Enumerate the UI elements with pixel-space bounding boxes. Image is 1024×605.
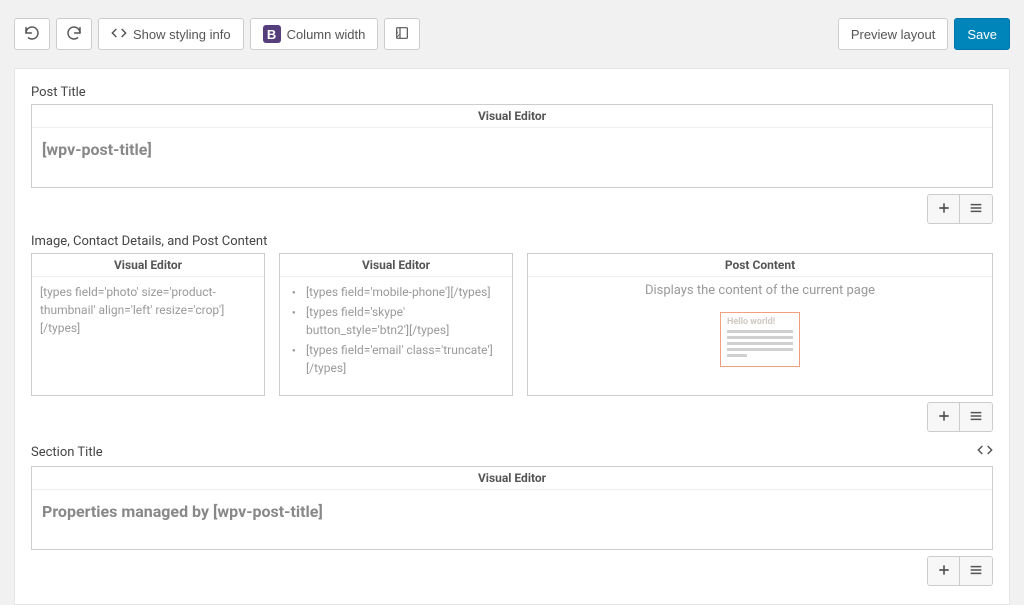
row-controls — [927, 194, 993, 224]
save-label: Save — [967, 27, 997, 42]
post-content-preview: Hello world! — [720, 312, 800, 367]
preview-label: Preview layout — [851, 27, 936, 42]
editor-content: Properties managed by [wpv-post-title] — [42, 502, 982, 521]
layout-icon — [394, 25, 410, 44]
add-row-button[interactable] — [928, 557, 960, 585]
editor-content: [wpv-post-title] — [42, 140, 982, 159]
row-menu-button[interactable] — [960, 403, 992, 431]
editor-content: [types field='photo' size='product-thumb… — [40, 283, 256, 337]
editor-header: Visual Editor — [32, 467, 992, 490]
column-width-label: Column width — [287, 27, 366, 42]
post-content-description: Displays the content of the current page — [536, 277, 984, 312]
section-post-title: Post Title Visual Editor [wpv-post-title… — [31, 85, 993, 224]
plus-icon — [936, 200, 952, 219]
redo-icon — [66, 25, 82, 44]
undo-icon — [24, 25, 40, 44]
post-content-block[interactable]: Post Content Displays the content of the… — [527, 253, 993, 396]
section-section-title: Section Title Visual Editor Properties m… — [31, 442, 993, 586]
list-item: [types field='skype' button_style='btn2'… — [292, 303, 504, 339]
section-title: Post Title — [31, 85, 86, 100]
section-image-contact-content: Image, Contact Details, and Post Content… — [31, 234, 993, 432]
show-styling-info-button[interactable]: Show styling info — [98, 18, 244, 50]
undo-button[interactable] — [14, 18, 50, 50]
column-width-button[interactable]: B Column width — [250, 18, 379, 50]
row-menu-button[interactable] — [960, 195, 992, 223]
editor-block[interactable]: Visual Editor [wpv-post-title] — [31, 104, 993, 188]
show-styling-label: Show styling info — [133, 27, 231, 42]
code-icon — [111, 25, 127, 44]
row-menu-button[interactable] — [960, 557, 992, 585]
redo-button[interactable] — [56, 18, 92, 50]
layout-settings-button[interactable] — [384, 18, 420, 50]
preview-layout-button[interactable]: Preview layout — [838, 18, 949, 50]
editor-header: Visual Editor — [32, 105, 992, 128]
editor-header: Post Content — [528, 254, 992, 277]
menu-icon — [968, 408, 984, 427]
editor-block[interactable]: Visual Editor [types field='mobile-phone… — [279, 253, 513, 396]
editor-header: Visual Editor — [32, 254, 264, 277]
bootstrap-icon: B — [263, 25, 281, 43]
row-controls — [927, 402, 993, 432]
editor-header: Visual Editor — [280, 254, 512, 277]
editor-block[interactable]: Visual Editor Properties managed by [wpv… — [31, 466, 993, 550]
preview-title: Hello world! — [727, 317, 793, 327]
add-row-button[interactable] — [928, 403, 960, 431]
editor-content-list: [types field='mobile-phone'][/types] [ty… — [288, 283, 504, 377]
save-button[interactable]: Save — [954, 18, 1010, 50]
section-title: Image, Contact Details, and Post Content — [31, 234, 267, 249]
add-row-button[interactable] — [928, 195, 960, 223]
list-item: [types field='email' class='truncate'][/… — [292, 341, 504, 377]
editor-block[interactable]: Visual Editor [types field='photo' size=… — [31, 253, 265, 396]
menu-icon — [968, 200, 984, 219]
layout-editor: Post Title Visual Editor [wpv-post-title… — [14, 68, 1010, 605]
section-title: Section Title — [31, 445, 103, 460]
list-item: [types field='mobile-phone'][/types] — [292, 283, 504, 301]
plus-icon — [936, 408, 952, 427]
code-icon[interactable] — [977, 442, 993, 462]
row-controls — [927, 556, 993, 586]
